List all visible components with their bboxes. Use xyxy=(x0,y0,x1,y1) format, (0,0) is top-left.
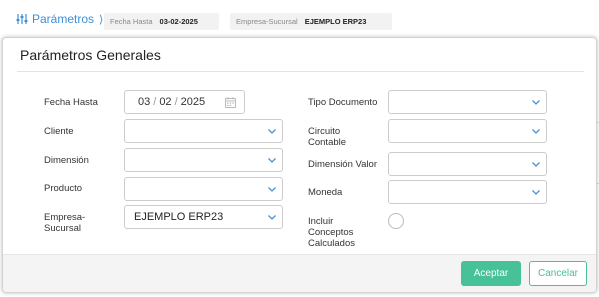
dialog-title: Parámetros Generales xyxy=(20,47,161,63)
fecha-hasta-label: Fecha Hasta xyxy=(44,97,98,108)
dimension-select[interactable] xyxy=(124,148,283,172)
chevron-down-icon xyxy=(532,190,540,195)
chevron-down-icon xyxy=(268,129,276,134)
producto-label: Producto xyxy=(44,183,83,194)
tipo-documento-label: Tipo Documento xyxy=(308,97,378,108)
date-month: 02 xyxy=(159,96,172,108)
chevron-right-icon: ⟩ xyxy=(99,13,104,26)
empresa-sucursal-select[interactable]: EJEMPLO ERP23 xyxy=(124,205,283,229)
chip-key: Fecha Hasta xyxy=(110,17,153,26)
date-day: 03 xyxy=(138,96,151,108)
chevron-down-icon xyxy=(268,158,276,163)
calendar-icon[interactable] xyxy=(225,97,236,108)
chevron-down-icon xyxy=(268,187,276,192)
chip-key: Empresa-Sucursal xyxy=(236,17,298,26)
producto-select[interactable] xyxy=(124,177,283,201)
chevron-down-icon xyxy=(532,162,540,167)
dialog-footer: Aceptar Cancelar xyxy=(3,254,596,292)
incluir-conceptos-calculados-label: Incluir Conceptos Calculados xyxy=(308,216,355,249)
circuito-contable-label: Circuito Contable xyxy=(308,126,346,148)
label-line: Incluir xyxy=(308,216,334,227)
label-line: Circuito xyxy=(308,126,341,137)
parametros-link[interactable]: Parámetros ⟩ xyxy=(16,12,103,26)
chip-value: EJEMPLO ERP23 xyxy=(304,17,367,26)
dimension-valor-label: Dimensión Valor xyxy=(308,159,377,170)
parametros-label: Parámetros xyxy=(32,12,95,26)
incluir-conceptos-calculados-toggle[interactable] xyxy=(388,213,404,229)
filter-chip-fecha-hasta: Fecha Hasta 03-02-2025 xyxy=(104,13,219,30)
circuito-contable-select[interactable] xyxy=(388,119,547,143)
title-divider xyxy=(17,71,584,72)
label-line: Calculados xyxy=(308,238,355,249)
chip-value: 03-02-2025 xyxy=(159,17,198,26)
label-line: Conceptos xyxy=(308,227,354,238)
chevron-down-icon xyxy=(532,129,540,134)
cancelar-button[interactable]: Cancelar xyxy=(529,261,587,286)
empresa-sucursal-label: Empresa- Sucursal xyxy=(44,212,85,234)
chevron-down-icon xyxy=(532,100,540,105)
top-bar: Parámetros ⟩ Fecha Hasta 03-02-2025 Empr… xyxy=(0,0,599,42)
moneda-select[interactable] xyxy=(388,180,547,204)
date-separator: / xyxy=(174,96,178,108)
cliente-label: Cliente xyxy=(44,126,74,137)
label-line: Empresa- xyxy=(44,212,86,223)
moneda-label: Moneda xyxy=(308,187,343,198)
filter-chip-empresa-sucursal: Empresa-Sucursal EJEMPLO ERP23 xyxy=(230,13,392,30)
dimension-label: Dimensión xyxy=(44,155,89,166)
dimension-valor-select[interactable] xyxy=(388,152,547,176)
date-year: 2025 xyxy=(180,96,206,108)
sliders-icon xyxy=(16,14,28,24)
empresa-sucursal-value: EJEMPLO ERP23 xyxy=(134,211,224,223)
parametros-generales-dialog: Parámetros Generales Fecha Hasta 03 / 02… xyxy=(2,37,597,293)
cliente-select[interactable] xyxy=(124,119,283,143)
aceptar-button[interactable]: Aceptar xyxy=(461,261,521,286)
label-line: Sucursal xyxy=(44,223,81,234)
fecha-hasta-date-input[interactable]: 03 / 02 / 2025 xyxy=(124,90,245,114)
date-separator: / xyxy=(153,96,157,108)
chevron-down-icon xyxy=(268,215,276,220)
label-line: Contable xyxy=(308,137,347,148)
tipo-documento-select[interactable] xyxy=(388,90,547,114)
